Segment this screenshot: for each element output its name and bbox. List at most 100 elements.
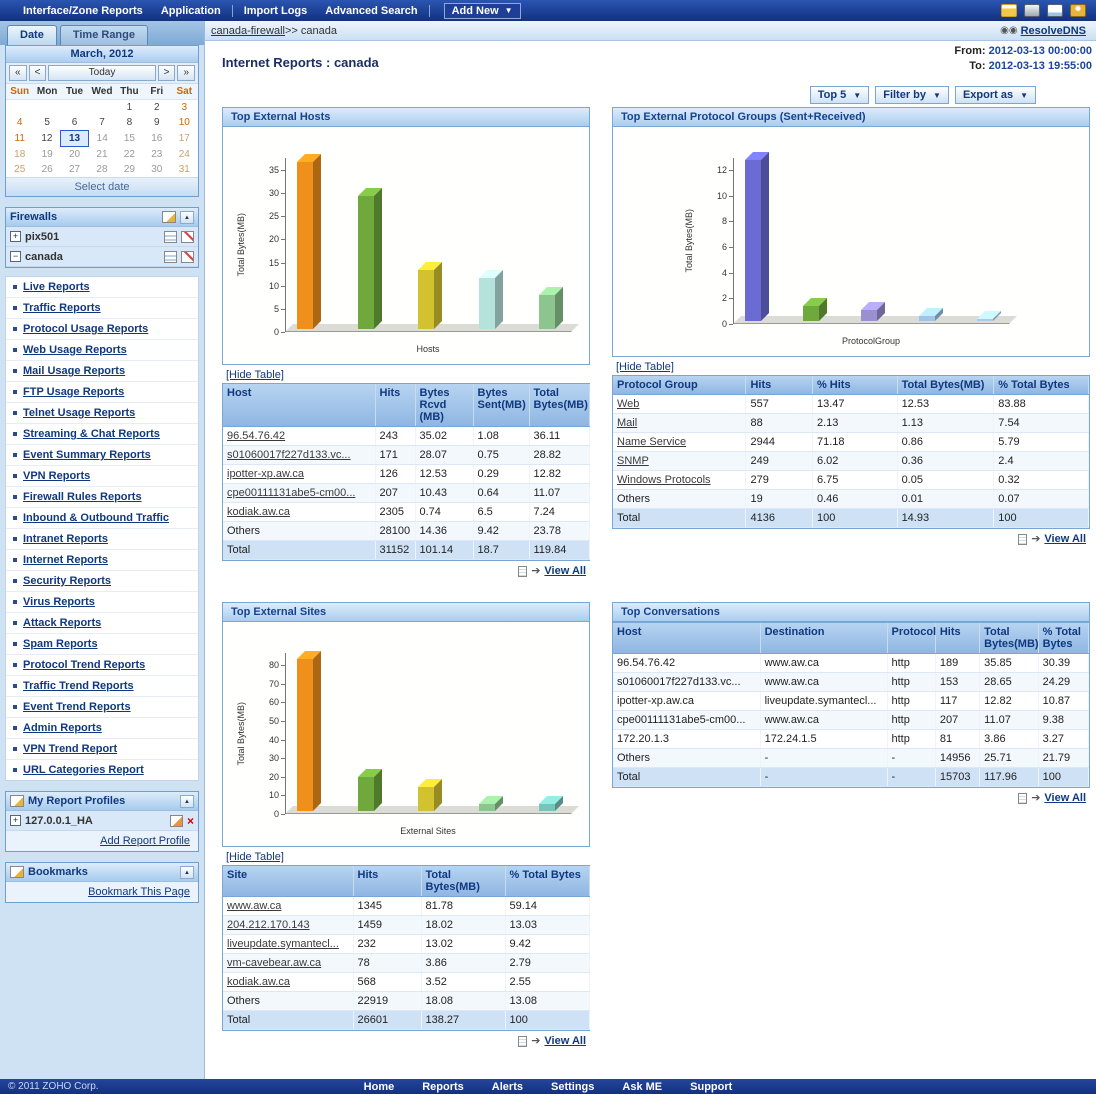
row-link[interactable]: 204.212.170.143: [227, 919, 310, 931]
expand-icon[interactable]: +: [10, 815, 21, 826]
collapse-icon[interactable]: ▲: [180, 865, 194, 879]
report-link[interactable]: Intranet Reports: [23, 533, 108, 545]
collapse-icon[interactable]: ▲: [180, 210, 194, 224]
row-link[interactable]: Web: [617, 398, 639, 410]
report-link[interactable]: Event Summary Reports: [23, 449, 151, 461]
hide-table-link[interactable]: [Hide Table]: [226, 851, 284, 863]
top-n-dropdown[interactable]: Top 5 ▼: [809, 86, 870, 104]
row-link[interactable]: 96.54.76.42: [227, 430, 285, 442]
prev-month-button[interactable]: <: [28, 65, 47, 81]
calendar-day[interactable]: 26: [33, 162, 60, 177]
row-link[interactable]: Mail: [617, 417, 637, 429]
row-link[interactable]: kodiak.aw.ca: [227, 976, 290, 988]
calendar-day[interactable]: 11: [6, 131, 33, 147]
user-icon[interactable]: [1070, 4, 1086, 17]
nav-item-interface-zone-reports[interactable]: Interface/Zone Reports: [23, 5, 143, 17]
calendar-day[interactable]: 14: [88, 131, 115, 147]
calendar-day[interactable]: 17: [171, 131, 198, 147]
sidebar-item-firewall-rules-reports[interactable]: Firewall Rules Reports: [6, 487, 198, 508]
sidebar-item-vpn-reports[interactable]: VPN Reports: [6, 466, 198, 487]
delete-icon[interactable]: ×: [187, 815, 194, 827]
report-link[interactable]: Event Trend Reports: [23, 701, 131, 713]
footer-link-home[interactable]: Home: [364, 1081, 395, 1093]
report-icon[interactable]: [164, 250, 177, 263]
row-link[interactable]: liveupdate.symantecl...: [227, 938, 339, 950]
report-link[interactable]: Spam Reports: [23, 638, 98, 650]
report-link[interactable]: Admin Reports: [23, 722, 102, 734]
today-button[interactable]: Today: [48, 65, 156, 81]
calendar-day[interactable]: 10: [171, 115, 198, 131]
calendar-day[interactable]: 20: [61, 147, 88, 163]
sidebar-item-traffic-trend-reports[interactable]: Traffic Trend Reports: [6, 676, 198, 697]
calendar-day[interactable]: 31: [171, 162, 198, 177]
calendar-day[interactable]: 9: [143, 115, 170, 131]
report-link[interactable]: Attack Reports: [23, 617, 101, 629]
add-new-dropdown[interactable]: Add New ▼: [443, 2, 521, 19]
sidebar-item-ftp-usage-reports[interactable]: FTP Usage Reports: [6, 382, 198, 403]
footer-link-ask-me[interactable]: Ask ME: [622, 1081, 662, 1093]
footer-link-settings[interactable]: Settings: [551, 1081, 594, 1093]
row-link[interactable]: cpe00111131abe5-cm00...: [227, 487, 355, 499]
expand-icon[interactable]: +: [10, 231, 21, 242]
tab-date[interactable]: Date: [7, 25, 57, 45]
mail-icon[interactable]: [1001, 4, 1017, 17]
sidebar-item-security-reports[interactable]: Security Reports: [6, 571, 198, 592]
sidebar-item-event-summary-reports[interactable]: Event Summary Reports: [6, 445, 198, 466]
calendar-day[interactable]: 22: [116, 147, 143, 163]
sidebar-item-admin-reports[interactable]: Admin Reports: [6, 718, 198, 739]
report-link[interactable]: Traffic Trend Reports: [23, 680, 134, 692]
sidebar-item-intranet-reports[interactable]: Intranet Reports: [6, 529, 198, 550]
hide-table-link[interactable]: [Hide Table]: [226, 369, 284, 381]
report-link[interactable]: VPN Trend Report: [23, 743, 117, 755]
export-as-dropdown[interactable]: Export as ▼: [954, 86, 1036, 104]
bookmark-this-page-link[interactable]: Bookmark This Page: [88, 886, 190, 898]
calendar-day[interactable]: 19: [33, 147, 60, 163]
graph-icon[interactable]: [181, 230, 194, 243]
footer-link-alerts[interactable]: Alerts: [492, 1081, 523, 1093]
row-link[interactable]: www.aw.ca: [227, 900, 281, 912]
calendar-day[interactable]: 7: [88, 115, 115, 131]
sidebar-item-telnet-usage-reports[interactable]: Telnet Usage Reports: [6, 403, 198, 424]
report-link[interactable]: Protocol Trend Reports: [23, 659, 145, 671]
view-all-link[interactable]: View All: [544, 565, 586, 577]
row-link[interactable]: kodiak.aw.ca: [227, 506, 290, 518]
footer-link-reports[interactable]: Reports: [422, 1081, 464, 1093]
calendar-day[interactable]: 4: [6, 115, 33, 131]
calendar-day[interactable]: 16: [143, 131, 170, 147]
row-link[interactable]: vm-cavebear.aw.ca: [227, 957, 321, 969]
next-month-button[interactable]: >: [157, 65, 176, 81]
add-report-profile-link[interactable]: Add Report Profile: [100, 835, 190, 847]
sidebar-item-protocol-trend-reports[interactable]: Protocol Trend Reports: [6, 655, 198, 676]
report-link[interactable]: Traffic Reports: [23, 302, 101, 314]
sidebar-item-inbound-outbound-traffic[interactable]: Inbound & Outbound Traffic: [6, 508, 198, 529]
report-link[interactable]: Streaming & Chat Reports: [23, 428, 160, 440]
schedule-icon[interactable]: [1047, 4, 1063, 17]
calendar-day[interactable]: 12: [33, 131, 60, 147]
tab-time-range[interactable]: Time Range: [59, 25, 148, 45]
view-all-link[interactable]: View All: [1044, 792, 1086, 804]
calendar-day[interactable]: 23: [143, 147, 170, 163]
firewall-name[interactable]: pix501: [25, 231, 160, 243]
graph-icon[interactable]: [181, 250, 194, 263]
nav-item-application[interactable]: Application: [161, 5, 221, 17]
sidebar-item-live-reports[interactable]: Live Reports: [6, 277, 198, 298]
sidebar-item-protocol-usage-reports[interactable]: Protocol Usage Reports: [6, 319, 198, 340]
resolve-dns-link[interactable]: ◉◉ ResolveDNS: [1000, 25, 1086, 37]
view-all-link[interactable]: View All: [544, 1035, 586, 1047]
report-link[interactable]: Inbound & Outbound Traffic: [23, 512, 169, 524]
report-link[interactable]: Mail Usage Reports: [23, 365, 125, 377]
manage-icon[interactable]: [162, 211, 176, 223]
calendar-day[interactable]: 1: [116, 100, 143, 116]
nav-item-import-logs[interactable]: Import Logs: [244, 5, 308, 17]
report-link[interactable]: Virus Reports: [23, 596, 95, 608]
calendar-day[interactable]: 30: [143, 162, 170, 177]
sidebar-item-event-trend-reports[interactable]: Event Trend Reports: [6, 697, 198, 718]
sidebar-item-internet-reports[interactable]: Internet Reports: [6, 550, 198, 571]
firewall-name[interactable]: canada: [25, 251, 160, 263]
report-link[interactable]: Telnet Usage Reports: [23, 407, 135, 419]
edit-icon[interactable]: [169, 814, 183, 827]
calendar-day[interactable]: 21: [88, 147, 115, 163]
calendar-day[interactable]: 28: [88, 162, 115, 177]
next-year-button[interactable]: »: [177, 65, 195, 81]
row-link[interactable]: ipotter-xp.aw.ca: [227, 468, 304, 480]
